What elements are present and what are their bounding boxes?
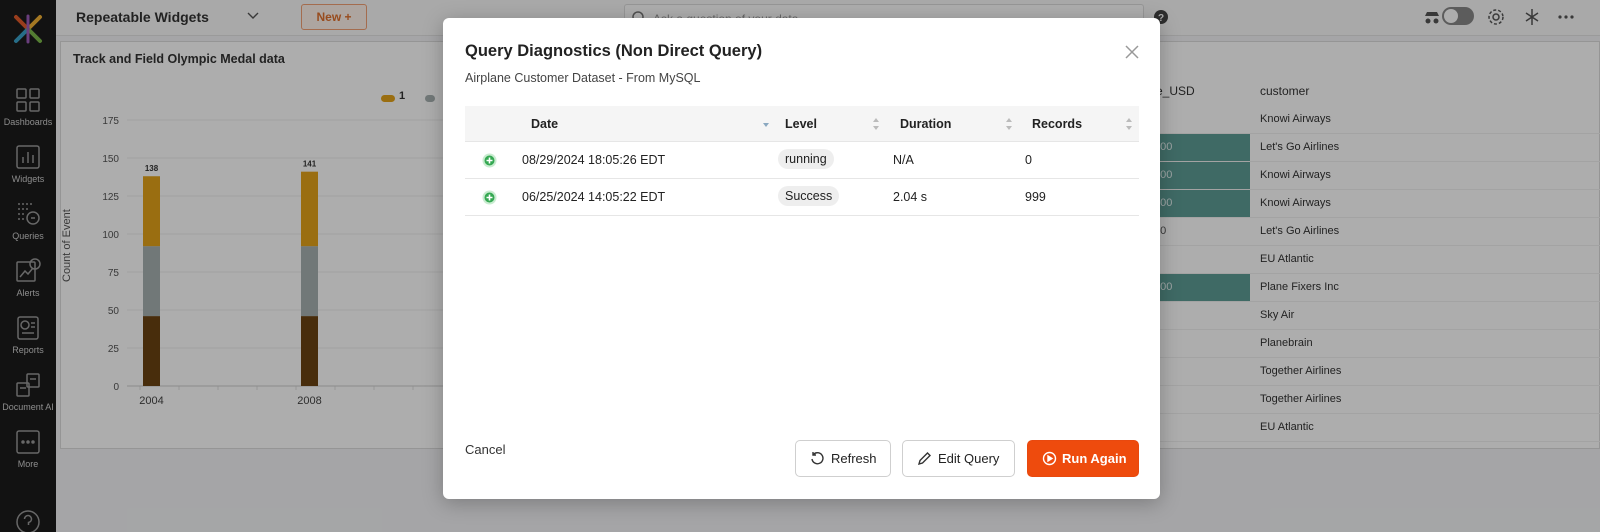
column-header-level[interactable]: Level <box>785 117 817 131</box>
sort-icon[interactable] <box>1005 117 1013 131</box>
query-diagnostics-modal: Query Diagnostics (Non Direct Query) Air… <box>443 18 1160 499</box>
sort-icon[interactable] <box>872 117 880 131</box>
table-header: Date Level Duration Records <box>465 106 1139 142</box>
table-row[interactable]: 06/25/2024 14:05:22 EDT Success 2.04 s 9… <box>465 179 1139 216</box>
level-badge: Success <box>778 186 840 206</box>
pencil-icon <box>917 452 931 466</box>
play-circle-icon <box>1042 451 1057 466</box>
edit-query-button[interactable]: Edit Query <box>902 440 1015 477</box>
column-header-date[interactable]: Date <box>531 117 558 131</box>
cell-duration: 2.04 s <box>893 190 928 204</box>
close-icon[interactable] <box>1125 45 1139 59</box>
run-again-button[interactable]: Run Again <box>1027 440 1139 477</box>
refresh-button[interactable]: Refresh <box>795 440 891 477</box>
modal-title: Query Diagnostics (Non Direct Query) <box>465 42 763 60</box>
column-header-duration[interactable]: Duration <box>900 117 951 131</box>
cancel-button[interactable]: Cancel <box>465 442 505 457</box>
expand-plus-icon[interactable] <box>482 190 497 205</box>
refresh-label: Refresh <box>831 451 877 466</box>
sort-icon[interactable] <box>1125 117 1133 131</box>
cell-date: 08/29/2024 18:05:26 EDT <box>522 153 666 167</box>
table-row[interactable]: 08/29/2024 18:05:26 EDT running N/A 0 <box>465 142 1139 179</box>
refresh-icon <box>811 452 824 465</box>
sort-desc-icon[interactable] <box>762 117 770 131</box>
cell-records: 999 <box>1025 190 1046 204</box>
level-badge: running <box>778 149 834 169</box>
run-again-label: Run Again <box>1062 451 1127 466</box>
expand-plus-icon[interactable] <box>482 153 497 168</box>
cell-date: 06/25/2024 14:05:22 EDT <box>522 190 666 204</box>
modal-subtitle: Airplane Customer Dataset - From MySQL <box>465 71 701 85</box>
app-root: Dashboards Widgets Queries Alerts Report… <box>0 0 1600 532</box>
edit-query-label: Edit Query <box>938 451 1000 466</box>
column-header-records[interactable]: Records <box>1032 117 1082 131</box>
cell-records: 0 <box>1025 153 1032 167</box>
cell-duration: N/A <box>893 153 914 167</box>
